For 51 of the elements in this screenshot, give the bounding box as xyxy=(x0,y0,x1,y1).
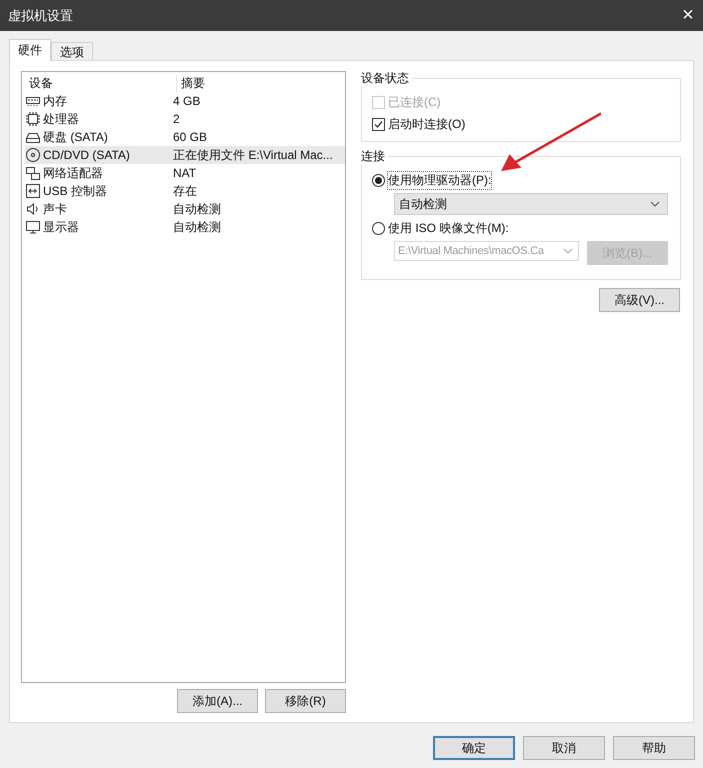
column-header[interactable]: 摘要 xyxy=(177,74,328,92)
list-button[interactable]: 移除(R) xyxy=(265,689,346,713)
radio-label[interactable]: 使用物理驱动器(P): xyxy=(388,172,492,188)
list-row[interactable]: CD/DVD (SATA) 正在使用文件 E:\Virtual Mac... xyxy=(25,146,345,164)
radio-button[interactable] xyxy=(372,222,385,234)
device-name: CD/DVD (SATA) xyxy=(43,148,130,162)
dialog-button[interactable]: 取消 xyxy=(523,736,605,760)
checkbox-label: 已连接(C) xyxy=(388,94,441,110)
list-row[interactable]: 网络适配器 NAT xyxy=(25,164,345,182)
close-button[interactable]: × xyxy=(673,0,703,31)
group-title: 连接 xyxy=(361,148,388,165)
device-summary: 60 GB xyxy=(173,130,208,144)
list-row[interactable]: USB 控制器 存在 xyxy=(25,182,345,200)
drive-dropdown[interactable]: 自动检测 xyxy=(394,193,668,215)
tab[interactable]: 硬件 xyxy=(9,39,51,61)
device-name: 内存 xyxy=(43,92,67,110)
device-summary: 4 GB xyxy=(173,94,200,108)
advanced-button[interactable]: 高级(V)... xyxy=(599,288,680,312)
device-name: 声卡 xyxy=(43,200,67,218)
checkbox-label[interactable]: 启动时连接(O) xyxy=(388,116,466,132)
device-summary: 自动检测 xyxy=(173,218,221,236)
dialog-button[interactable]: 帮助 xyxy=(613,736,695,760)
list-row[interactable]: 声卡 自动检测 xyxy=(25,200,345,218)
disc-icon xyxy=(25,147,41,163)
network-icon xyxy=(25,165,41,181)
list-row[interactable]: 处理器 2 xyxy=(25,110,345,128)
device-name: 网络适配器 xyxy=(43,164,103,182)
monitor-icon xyxy=(25,219,41,235)
group-title: 设备状态 xyxy=(361,70,412,87)
device-summary: NAT xyxy=(173,166,196,180)
radio-button[interactable] xyxy=(372,174,385,186)
device-name: USB 控制器 xyxy=(43,182,108,200)
device-summary: 2 xyxy=(173,112,180,126)
usb-icon xyxy=(25,183,41,199)
device-name: 硬盘 (SATA) xyxy=(43,128,108,146)
device-summary: 存在 xyxy=(173,182,197,200)
device-name: 处理器 xyxy=(43,110,79,128)
column-header[interactable]: 设备 xyxy=(25,74,177,92)
device-summary: 自动检测 xyxy=(173,200,221,218)
list-row[interactable]: 显示器 自动检测 xyxy=(25,218,345,236)
list-row[interactable]: 内存 4 GB xyxy=(25,92,345,110)
checkbox[interactable] xyxy=(372,118,385,130)
list-row[interactable]: 硬盘 (SATA) 60 GB xyxy=(25,128,345,146)
device-name: 显示器 xyxy=(43,218,79,236)
dialog-button[interactable]: 确定 xyxy=(433,736,515,760)
window-title: 虚拟机设置 xyxy=(8,6,73,24)
chip-icon xyxy=(25,111,41,127)
list-button[interactable]: 添加(A)... xyxy=(177,689,258,713)
device-summary: 正在使用文件 E:\Virtual Mac... xyxy=(173,146,333,164)
radio-label[interactable]: 使用 ISO 映像文件(M): xyxy=(388,220,509,236)
tab[interactable]: 选项 xyxy=(51,42,93,61)
